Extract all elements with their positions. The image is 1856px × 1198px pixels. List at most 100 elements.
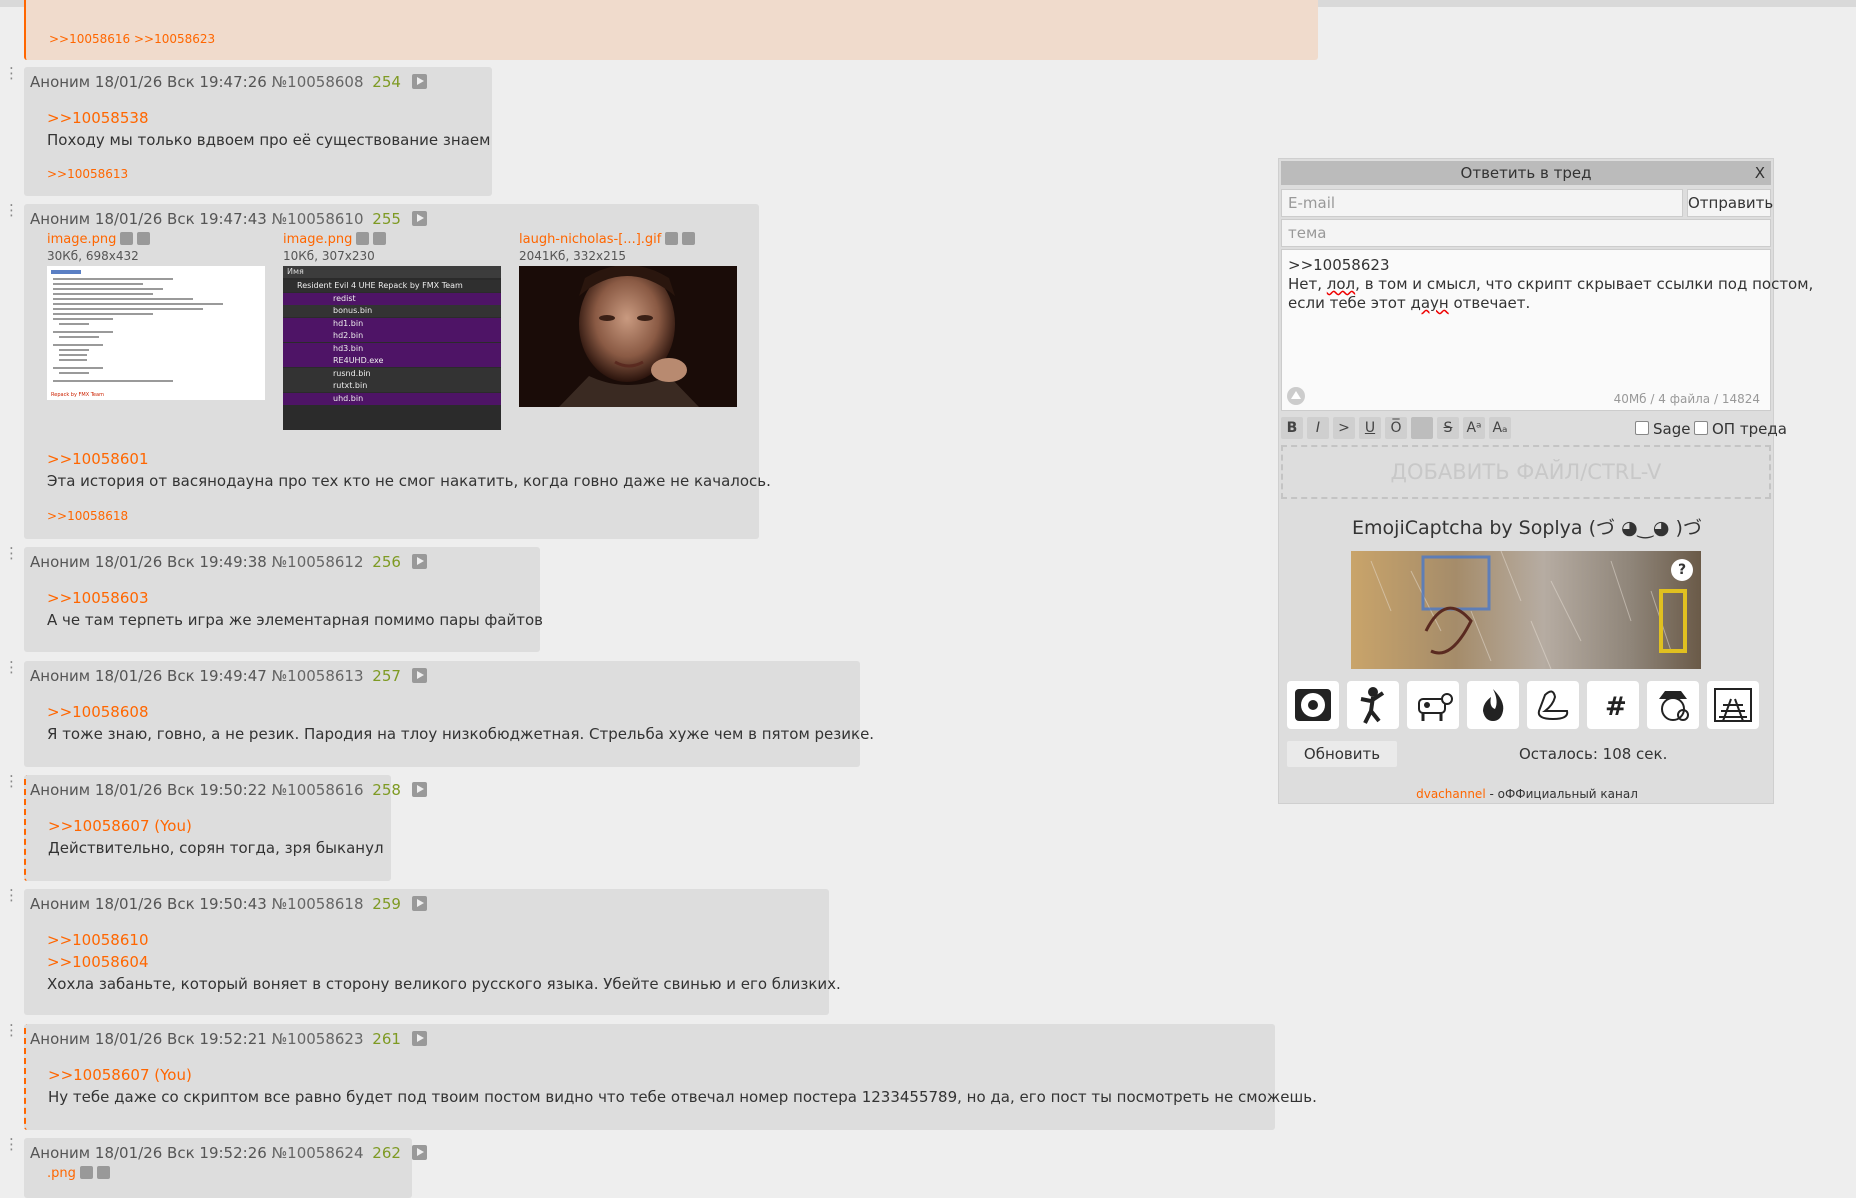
message-textarea[interactable]: >>10058623 Нет, лол, в том и смысл, что … — [1281, 249, 1813, 411]
channel-link[interactable]: dvachannel — [1416, 787, 1486, 801]
detective-icon[interactable] — [1647, 681, 1699, 729]
italic-button[interactable]: I — [1307, 417, 1329, 439]
download-icon[interactable] — [373, 232, 387, 245]
search-icon[interactable] — [665, 232, 679, 245]
post-menu-dots[interactable]: ⋮ — [4, 1021, 20, 1039]
checkbox-box[interactable] — [1635, 421, 1649, 435]
dancer-icon[interactable] — [1347, 681, 1399, 729]
vinyl-icon[interactable] — [1287, 681, 1339, 729]
search-icon[interactable] — [356, 232, 370, 245]
post-number[interactable]: №10058612 — [272, 553, 364, 571]
cow-icon[interactable] — [1407, 681, 1459, 729]
overline-button[interactable]: O̅ — [1385, 417, 1407, 439]
download-icon[interactable] — [137, 232, 151, 245]
file-link[interactable]: image.png — [47, 232, 116, 247]
post-number[interactable]: №10058624 — [272, 1144, 364, 1162]
reply-link[interactable]: >>10058608 — [47, 703, 148, 721]
thumbnail-image-1[interactable]: Repack by FMX Team — [47, 266, 265, 400]
search-icon[interactable] — [79, 1166, 93, 1179]
reply-link[interactable]: >>10058603 — [47, 589, 148, 607]
reply-link[interactable]: >>10058538 — [47, 109, 148, 127]
post-menu-dots[interactable]: ⋮ — [4, 658, 20, 676]
close-icon[interactable]: X — [1755, 161, 1765, 185]
post-text: Походу мы только вдвоем про её существов… — [47, 131, 491, 149]
post-menu-dots[interactable]: ⋮ — [4, 64, 20, 82]
play-icon[interactable] — [411, 554, 427, 569]
send-button[interactable]: Отправить — [1687, 189, 1773, 217]
file-link[interactable]: laugh-nicholas-[...].gif — [519, 232, 661, 247]
hash-glyph: # — [1605, 692, 1627, 722]
swan-icon[interactable] — [1527, 681, 1579, 729]
post-menu-dots[interactable]: ⋮ — [4, 1135, 20, 1153]
captcha-refresh-button[interactable]: Обновить — [1287, 741, 1397, 767]
play-icon[interactable] — [411, 896, 427, 911]
quote-button[interactable]: > — [1333, 417, 1355, 439]
post-backlinks[interactable]: >>10058613 — [47, 167, 128, 181]
spellcheck-word: даун — [1410, 294, 1449, 312]
file-list-row: Resident Evil 4 UHE Repack by FMX Team — [283, 280, 501, 292]
post-10058610: Аноним 18/01/26 Вск 19:47:43 №10058610 2… — [24, 204, 771, 539]
post-menu-dots[interactable]: ⋮ — [4, 772, 20, 790]
post-backlinks[interactable]: >>10058616 >>10058623 — [49, 32, 215, 46]
file-name[interactable]: image.png — [283, 232, 387, 247]
captcha-help-icon[interactable]: ? — [1671, 559, 1693, 581]
subscript-button[interactable]: Aₐ — [1489, 417, 1511, 439]
file-name[interactable]: laugh-nicholas-[...].gif — [519, 232, 696, 247]
reply-link[interactable]: >>10058601 — [47, 450, 148, 468]
play-icon[interactable] — [411, 782, 427, 797]
footer-text: - оФФициальный канал — [1485, 787, 1638, 801]
sage-checkbox[interactable]: Sage — [1635, 420, 1690, 438]
search-icon[interactable] — [120, 232, 134, 245]
play-icon[interactable] — [411, 1145, 427, 1160]
play-icon[interactable] — [411, 211, 427, 226]
sailboat-icon[interactable] — [1286, 386, 1306, 406]
file-dropzone[interactable]: ДОБАВИТЬ ФАЙЛ/CTRL-V — [1281, 445, 1771, 499]
spellcheck-word: лол — [1326, 275, 1356, 293]
post-header: Аноним 18/01/26 Вск 19:50:22 №10058616 2… — [30, 781, 427, 799]
subject-field[interactable]: тема — [1281, 219, 1771, 247]
strike-button[interactable]: S — [1437, 417, 1459, 439]
post-number[interactable]: №10058610 — [272, 210, 364, 228]
post-number[interactable]: №10058623 — [272, 1030, 364, 1048]
post-menu-dots[interactable]: ⋮ — [4, 201, 20, 219]
download-icon[interactable] — [682, 232, 696, 245]
underline-button[interactable]: U — [1359, 417, 1381, 439]
thread: >>10058616 >>10058623 ⋮ Аноним 18/01/26 … — [0, 0, 1320, 1198]
thumbnail-image-2[interactable]: Имя Resident Evil 4 UHE Repack by FMX Te… — [283, 266, 501, 430]
op-checkbox[interactable]: ОП треда — [1694, 420, 1787, 438]
reply-link[interactable]: >>10058604 — [47, 953, 148, 971]
file-link[interactable]: .png — [47, 1166, 76, 1181]
post-number[interactable]: №10058618 — [272, 895, 364, 913]
reply-link[interactable]: >>10058610 — [47, 931, 148, 949]
bold-button[interactable]: B — [1281, 417, 1303, 439]
fire-icon[interactable] — [1467, 681, 1519, 729]
download-icon[interactable] — [96, 1166, 110, 1179]
play-icon[interactable] — [411, 1031, 427, 1046]
reply-link-you[interactable]: >>10058607 (You) — [48, 1066, 192, 1084]
play-icon[interactable] — [411, 74, 427, 89]
hash-icon[interactable]: # — [1587, 681, 1639, 729]
post-menu-dots[interactable]: ⋮ — [4, 886, 20, 904]
superscript-button[interactable]: Aᵃ — [1463, 417, 1485, 439]
spoiler-button[interactable] — [1411, 417, 1433, 439]
thumbnail-gif[interactable] — [519, 266, 737, 407]
post-backlinks[interactable]: >>10058618 — [47, 509, 128, 523]
reply-form-header[interactable]: Ответить в тред X — [1281, 161, 1771, 185]
post-number[interactable]: №10058616 — [272, 781, 364, 799]
post-header: Аноним 18/01/26 Вск 19:52:26 №10058624 2… — [30, 1144, 427, 1162]
post-10058618: Аноним 18/01/26 Вск 19:50:43 №10058618 2… — [24, 889, 841, 1015]
file-name[interactable]: image.png — [47, 232, 151, 247]
sage-label: Sage — [1653, 420, 1691, 438]
reply-link-you[interactable]: >>10058607 (You) — [48, 817, 192, 835]
file-list-row: rusnd.bin — [283, 367, 501, 380]
file-name[interactable]: .png — [47, 1166, 110, 1181]
post-number[interactable]: №10058613 — [272, 667, 364, 685]
file-link[interactable]: image.png — [283, 232, 352, 247]
file-list-row: redist — [283, 292, 501, 305]
post-number[interactable]: №10058608 — [272, 73, 364, 91]
post-menu-dots[interactable]: ⋮ — [4, 544, 20, 562]
play-icon[interactable] — [411, 668, 427, 683]
railway-icon[interactable] — [1707, 681, 1759, 729]
email-field[interactable]: E-mail — [1281, 189, 1683, 217]
checkbox-box[interactable] — [1694, 421, 1708, 435]
